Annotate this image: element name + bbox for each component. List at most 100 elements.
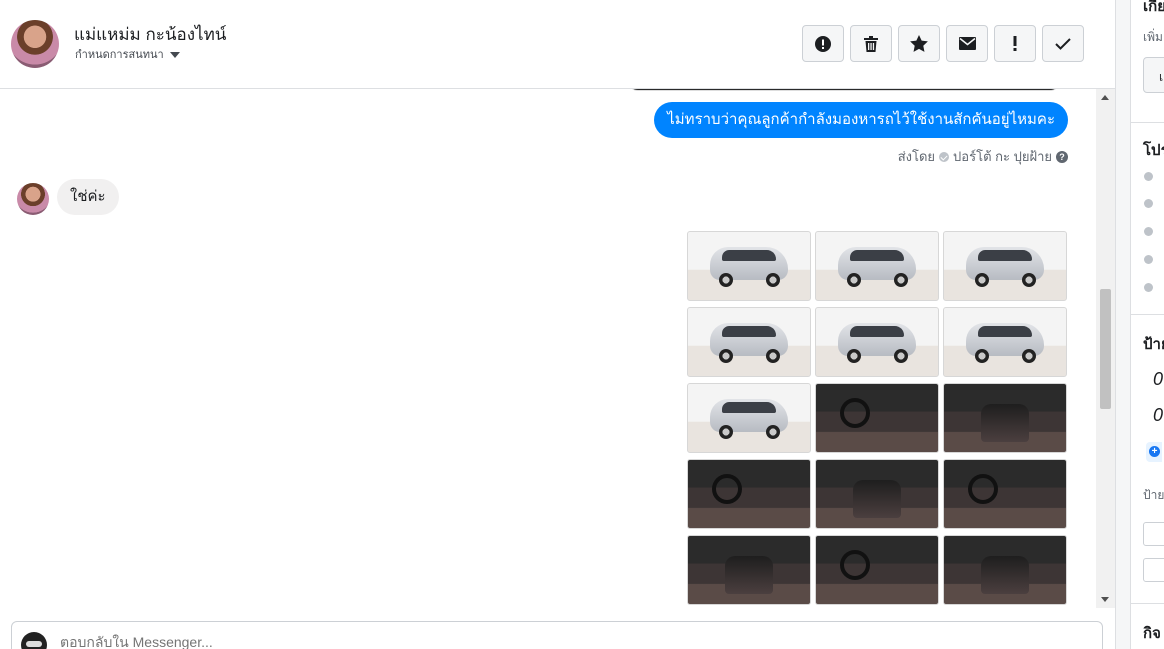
conversation-header: แม่แหม่ม กะน้องไทน์ กำหนดการสนทนา xyxy=(0,0,1115,89)
label-picker-text: กำหนดการสนทนา xyxy=(75,49,164,61)
contact-name[interactable]: แม่แหม่ม กะน้องไทน์ xyxy=(74,21,226,48)
steering-wheel-shape xyxy=(840,397,871,428)
thread-scrollbar[interactable] xyxy=(1096,89,1115,608)
car-photo-thumbnail[interactable] xyxy=(815,307,939,377)
important-icon xyxy=(1013,36,1017,51)
car-wheel-shape xyxy=(893,348,908,363)
home-pin-icon xyxy=(1144,283,1153,292)
side-input-2[interactable] xyxy=(1143,558,1164,582)
car-wheel-shape xyxy=(718,272,733,287)
car-photo-thumbnail[interactable] xyxy=(815,459,939,529)
car-wheel-shape xyxy=(974,348,989,363)
car-wheel-shape xyxy=(846,272,861,287)
car-window-shape xyxy=(978,250,1032,262)
car-photo-thumbnail[interactable] xyxy=(815,535,939,605)
car-photo-thumbnail[interactable] xyxy=(687,231,811,301)
car-wheel-shape xyxy=(765,424,780,439)
car-seat-shape xyxy=(980,556,1030,594)
car-photo-thumbnail[interactable] xyxy=(943,231,1067,301)
delete-button[interactable] xyxy=(850,25,892,62)
mark-unread-button[interactable] xyxy=(946,25,988,62)
car-window-shape xyxy=(722,402,776,414)
car-wheel-shape xyxy=(718,424,733,439)
verified-check-icon xyxy=(939,151,950,162)
profile-heading: โปร xyxy=(1143,142,1164,159)
important-button[interactable] xyxy=(994,25,1036,62)
add-info-text[interactable]: เพิ่ม xyxy=(1143,28,1163,47)
label-value-2: 0 xyxy=(1153,405,1164,425)
star-icon xyxy=(910,35,928,52)
mark-done-button[interactable] xyxy=(1042,25,1084,62)
car-window-shape xyxy=(722,326,776,338)
help-icon[interactable]: ? xyxy=(1056,150,1068,163)
car-photo-thumbnail[interactable] xyxy=(687,459,811,529)
steering-wheel-shape xyxy=(840,549,871,580)
clock-icon xyxy=(1144,172,1153,181)
side-input-1[interactable] xyxy=(1143,522,1164,546)
label-picker[interactable]: กำหนดการสนทนา xyxy=(75,45,180,63)
car-wheel-shape xyxy=(974,272,989,287)
contact-info-panel: เกี่ย เพิ่ม เ โปร ป้าย 0 0 ป้าย กิจ xyxy=(1131,0,1164,649)
scrollbar-thumb[interactable] xyxy=(1100,289,1111,409)
side-divider xyxy=(1131,122,1164,123)
car-window-shape xyxy=(850,326,904,338)
car-seat-shape xyxy=(724,556,774,594)
side-divider xyxy=(1131,603,1164,604)
activity-heading: กิจ xyxy=(1143,625,1161,642)
reply-input[interactable] xyxy=(60,634,960,649)
car-photo-thumbnail[interactable] xyxy=(687,307,811,377)
report-spam-icon xyxy=(815,35,831,52)
car-photo-thumbnail[interactable] xyxy=(815,383,939,453)
report-spam-button[interactable] xyxy=(802,25,844,62)
car-wheel-shape xyxy=(1021,272,1036,287)
car-wheel-shape xyxy=(846,348,861,363)
car-window-shape xyxy=(850,250,904,262)
side-divider xyxy=(1131,314,1164,315)
steering-wheel-shape xyxy=(968,473,999,504)
contact-avatar[interactable] xyxy=(11,20,59,68)
graduation-cap-icon xyxy=(1144,227,1153,236)
header-actions xyxy=(802,25,1084,62)
contact-avatar-small[interactable] xyxy=(17,183,49,215)
panel-divider xyxy=(1115,0,1131,649)
sent-by-name[interactable]: ปอร์โต้ กะ ปุยฝ้าย xyxy=(953,146,1052,167)
car-photo-thumbnail[interactable] xyxy=(943,459,1067,529)
scroll-down-arrow-icon[interactable] xyxy=(1101,597,1109,602)
car-photo-thumbnail[interactable] xyxy=(943,383,1067,453)
delete-icon xyxy=(864,35,878,52)
side-panel-button[interactable]: เ xyxy=(1143,57,1164,93)
reply-box xyxy=(11,621,1103,649)
sent-by-prefix: ส่งโดย xyxy=(897,149,936,164)
outgoing-message-bubble[interactable]: ไม่ทราบว่าคุณลูกค้ากำลังมองหารถไว้ใช้งาน… xyxy=(654,102,1068,138)
car-photo-thumbnail[interactable] xyxy=(815,231,939,301)
car-photo-thumbnail[interactable] xyxy=(943,535,1067,605)
sent-by-line: ส่งโดย ปอร์โต้ กะ ปุยฝ้าย ? xyxy=(898,146,1068,167)
star-button[interactable] xyxy=(898,25,940,62)
caret-down-icon xyxy=(169,51,180,58)
labels-subtext: ป้าย xyxy=(1143,488,1164,502)
car-photo-thumbnail[interactable] xyxy=(687,535,811,605)
car-wheel-shape xyxy=(765,272,780,287)
scroll-up-arrow-icon[interactable] xyxy=(1101,95,1109,100)
incoming-message-bubble[interactable]: ใช่ค่ะ xyxy=(57,179,119,215)
done-check-icon xyxy=(1055,37,1071,50)
car-photo-thumbnail[interactable] xyxy=(943,307,1067,377)
car-wheel-shape xyxy=(765,348,780,363)
messenger-inbox-view: แม่แหม่ม กะน้องไทน์ กำหนดการสนทนา ไม่ทรา… xyxy=(0,0,1164,649)
car-wheel-shape xyxy=(718,348,733,363)
message-thread: ไม่ทราบว่าคุณลูกค้ากำลังมองหารถไว้ใช้งาน… xyxy=(0,89,1096,608)
car-window-shape xyxy=(722,250,776,262)
car-wheel-shape xyxy=(893,272,908,287)
page-avatar xyxy=(21,632,47,649)
car-window-shape xyxy=(978,326,1032,338)
mark-unread-icon xyxy=(958,37,976,50)
steering-wheel-shape xyxy=(712,473,743,504)
car-photo-thumbnail[interactable] xyxy=(687,383,811,453)
add-label-icon[interactable] xyxy=(1146,442,1162,462)
car-wheel-shape xyxy=(1021,348,1036,363)
photo-attachment-grid xyxy=(687,231,1067,605)
car-seat-shape xyxy=(980,404,1030,442)
location-pin-icon xyxy=(1144,255,1153,264)
label-value-1: 0 xyxy=(1153,369,1164,389)
previous-image-edge xyxy=(628,89,1060,91)
